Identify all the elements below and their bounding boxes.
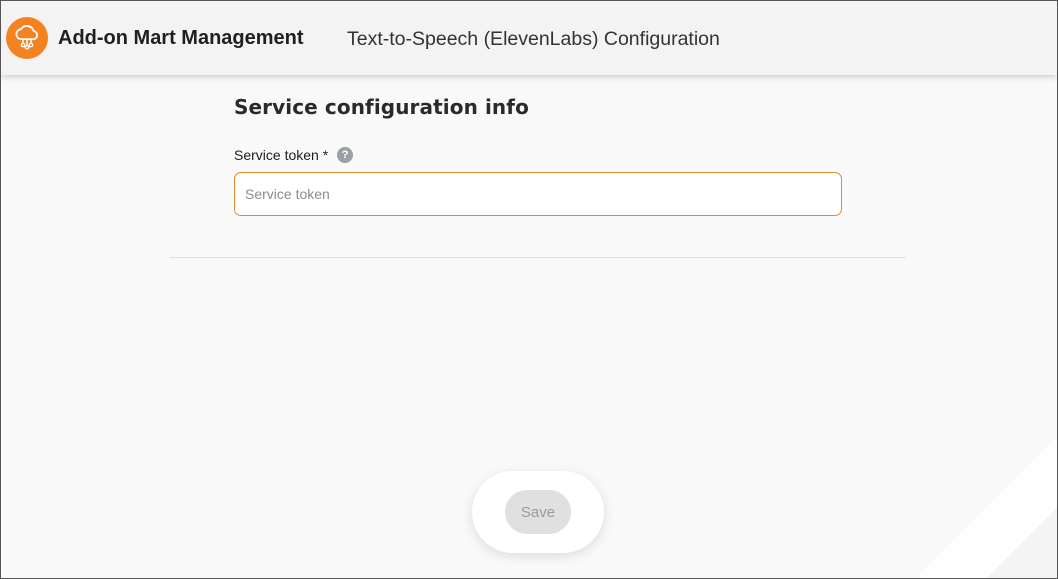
app-title: Add-on Mart Management: [58, 27, 304, 49]
service-token-input[interactable]: [234, 172, 842, 216]
cloud-rain-icon: [6, 17, 48, 59]
section-divider: [170, 257, 906, 258]
save-button-container: Save: [472, 471, 604, 553]
page-title: Text-to-Speech (ElevenLabs) Configuratio…: [347, 28, 720, 50]
question-circle-icon[interactable]: ?: [337, 147, 354, 163]
logo-glyph: [15, 25, 38, 50]
corner-decoration: [917, 438, 1057, 578]
service-token-label-row: Service token * ?: [234, 146, 354, 163]
section-heading: Service configuration info: [234, 95, 529, 119]
app-window: Add-on Mart Management Text-to-Speech (E…: [0, 0, 1058, 579]
save-button[interactable]: Save: [505, 490, 571, 534]
top-header: Add-on Mart Management Text-to-Speech (E…: [1, 1, 1057, 75]
service-token-label: Service token *: [234, 146, 329, 163]
